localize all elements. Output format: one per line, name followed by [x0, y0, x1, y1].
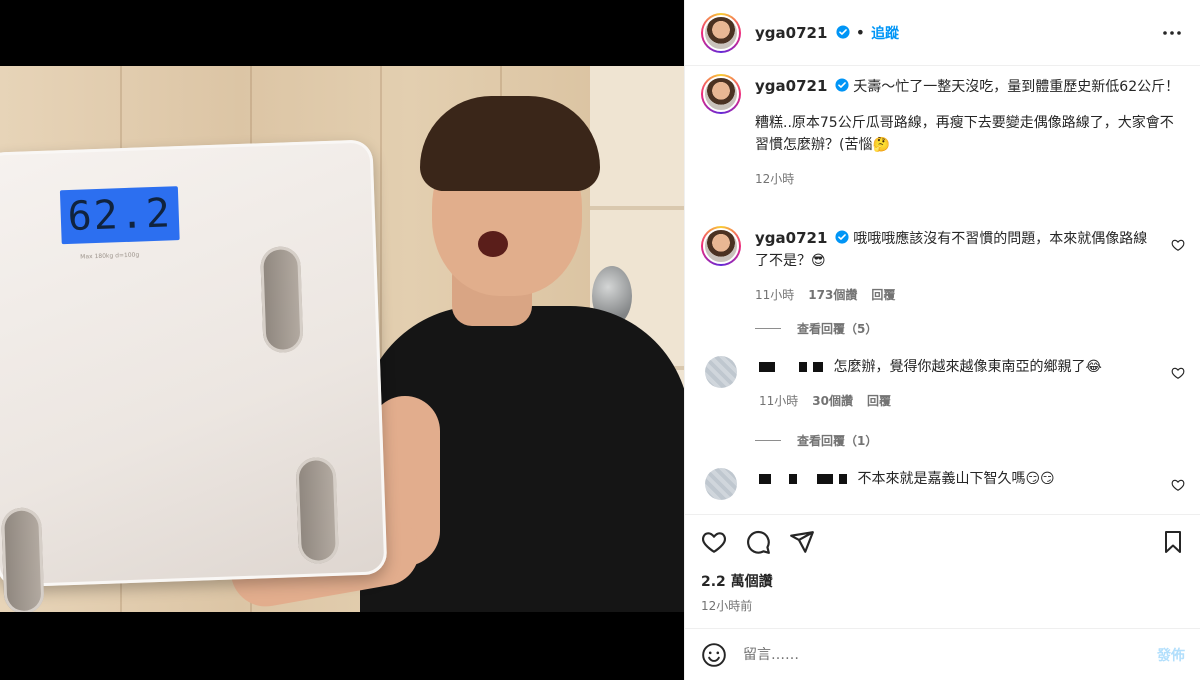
heart-icon[interactable] — [701, 529, 727, 555]
post-media[interactable]: 62.2 Max 180kg d=100g — [0, 0, 684, 680]
verified-badge-icon — [836, 24, 850, 39]
caption-timestamp[interactable]: 12小時 — [755, 168, 794, 190]
post-timestamp[interactable]: 12小時前 — [701, 597, 1185, 614]
scale-electrode — [295, 456, 340, 565]
post-caption: yga0721 夭壽～忙了一整天沒吃，量到體重歷史新低62公斤！ 糟糕..原本7… — [701, 74, 1185, 190]
post-username[interactable]: yga0721 — [755, 24, 850, 42]
reply-button[interactable]: 回覆 — [867, 390, 891, 412]
comment-text: 怎麼辦，覺得你越來越像東南亞的鄉親了😂 — [833, 359, 1102, 375]
comment-item: yga0721 哦哦哦應該沒有不習慣的問題，本來就偶像路線了不是？😎 11小時 … — [701, 226, 1185, 306]
bookmark-icon[interactable] — [1161, 529, 1185, 555]
blurred-avatar[interactable] — [705, 468, 737, 500]
bathroom-scale: 62.2 Max 180kg d=100g — [0, 139, 388, 612]
avatar[interactable] — [701, 74, 741, 114]
caption-username[interactable]: yga0721 — [755, 77, 827, 95]
post-like-count[interactable]: 2.2 萬個讚 — [701, 571, 1185, 591]
comment-heart-icon[interactable] — [1171, 366, 1185, 380]
comment-username[interactable]: yga0721 — [755, 229, 827, 247]
view-replies-button[interactable]: 查看回覆（1） — [755, 432, 877, 449]
post-side-panel: yga0721 • 追蹤 yga0721 夭壽～忙了一整天沒吃，量到體重歷史新低… — [684, 0, 1200, 680]
send-icon[interactable] — [789, 529, 815, 555]
comment-text: 不本來就是嘉義山下智久嗎😏😏 — [857, 471, 1055, 487]
verified-badge-icon — [835, 230, 849, 244]
post-actions: 2.2 萬個讚 12小時前 — [685, 514, 1200, 614]
reply-button[interactable]: 回覆 — [871, 284, 895, 306]
blurred-avatar[interactable] — [705, 356, 737, 388]
scale-display: 62.2 — [59, 186, 180, 245]
avatar[interactable] — [701, 226, 741, 266]
scale-spec-label: Max 180kg d=100g — [80, 251, 140, 261]
redacted-username — [759, 359, 829, 375]
comments-list[interactable]: yga0721 夭壽～忙了一整天沒吃，量到體重歷史新低62公斤！ 糟糕..原本7… — [685, 66, 1200, 514]
instagram-post-modal: 62.2 Max 180kg d=100g yga0721 • 追蹤 yga07… — [0, 0, 1200, 680]
more-options-icon[interactable] — [1160, 21, 1184, 45]
scale-electrode — [0, 507, 45, 612]
comment-item: 不本來就是嘉義山下智久嗎😏😏 — [701, 468, 1185, 500]
comment-heart-icon[interactable] — [1171, 478, 1185, 492]
emoji-icon[interactable] — [701, 642, 727, 668]
avatar[interactable] — [701, 12, 741, 53]
caption-text: 夭壽～忙了一整天沒吃，量到體重歷史新低62公斤！ — [853, 79, 1180, 95]
follow-button[interactable]: 追蹤 — [871, 23, 899, 43]
comment-timestamp[interactable]: 11小時 — [759, 390, 798, 412]
redacted-username — [759, 471, 853, 487]
post-comment-button[interactable]: 發佈 — [1157, 645, 1185, 665]
comment-heart-icon[interactable] — [1171, 238, 1185, 252]
view-replies-button[interactable]: 查看回覆（5） — [755, 320, 877, 337]
verified-badge-icon — [835, 78, 849, 92]
separator-dot: • — [855, 23, 866, 42]
person-hair — [420, 96, 600, 191]
comment-item: 怎麼辦，覺得你越來越像東南亞的鄉親了😂 11小時 30個讚 回覆 — [701, 356, 1185, 412]
comment-like-count[interactable]: 173個讚 — [808, 284, 857, 306]
comment-like-count[interactable]: 30個讚 — [812, 390, 853, 412]
comment-input[interactable] — [743, 646, 1157, 663]
post-header: yga0721 • 追蹤 — [685, 0, 1200, 66]
scale-electrode — [259, 245, 304, 354]
comment-icon[interactable] — [745, 529, 771, 555]
comment-composer: 發佈 — [685, 628, 1200, 680]
caption-text: 糟糕..原本75公斤瓜哥路線，再瘦下去要變走偶像路線了，大家會不習慣怎麼辦？(苦… — [755, 115, 1174, 153]
comment-timestamp[interactable]: 11小時 — [755, 284, 794, 306]
post-photo: 62.2 Max 180kg d=100g — [0, 66, 684, 612]
